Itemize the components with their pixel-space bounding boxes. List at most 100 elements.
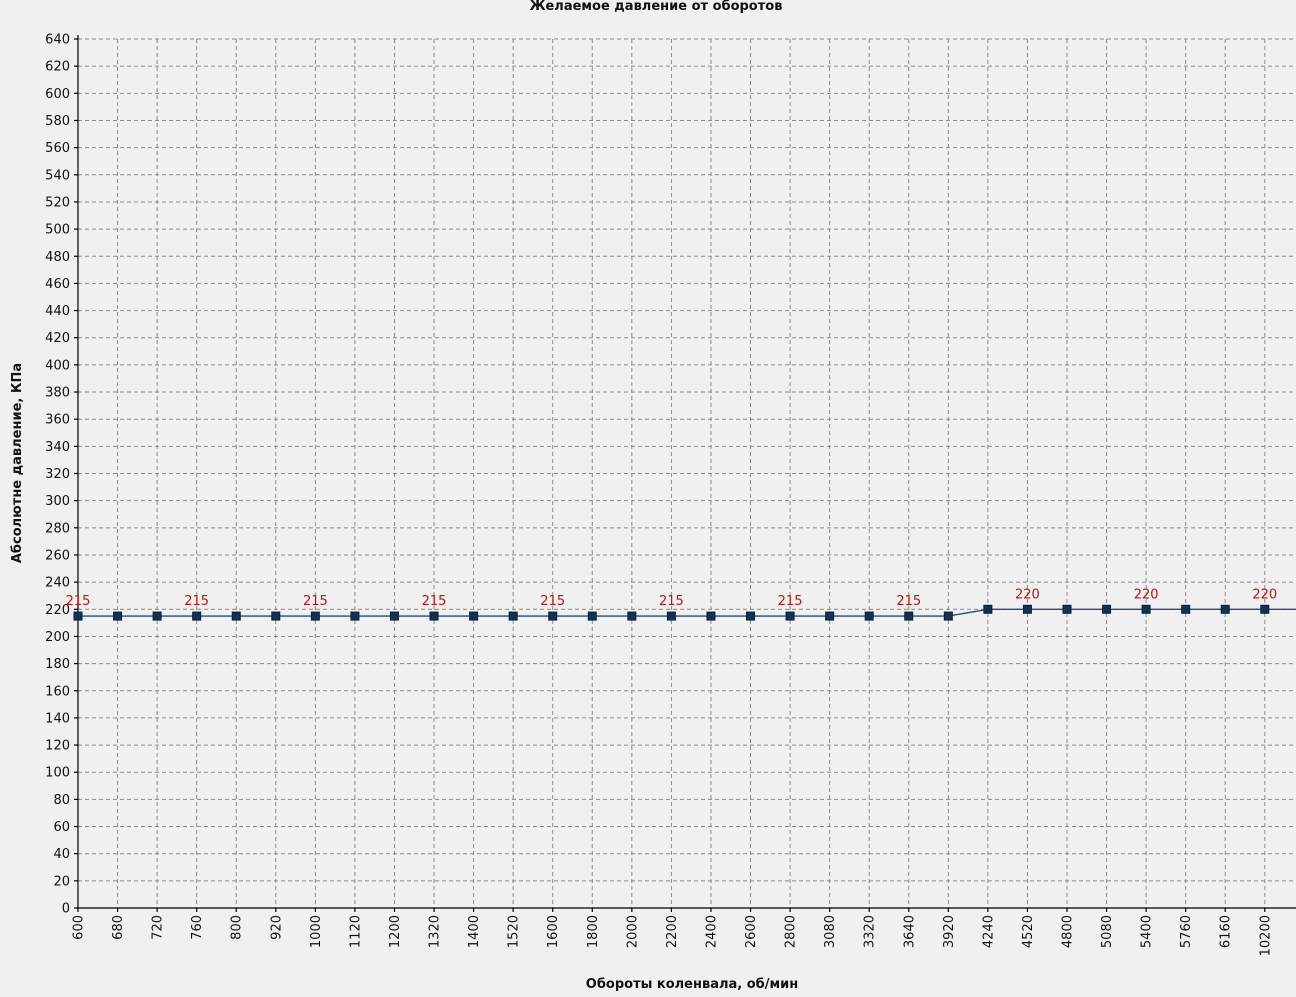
series-line: [78, 608, 1296, 617]
y-tick-label: 260: [45, 548, 70, 563]
x-tick-label: 2200: [665, 915, 680, 948]
data-point-marker: [1102, 604, 1112, 614]
y-tick-labels: 0204060801001201401601802002202402602803…: [45, 33, 70, 917]
x-tick-label: 3640: [902, 915, 917, 948]
y-tick-label: 20: [53, 874, 70, 889]
y-axis-label: Абсолютне давление, КПа: [10, 363, 25, 563]
data-point-marker: [1260, 604, 1270, 614]
y-tick-label: 520: [45, 195, 70, 210]
y-tick-label: 440: [45, 304, 70, 319]
y-tick-label: 80: [53, 793, 70, 808]
grid: [78, 38, 1296, 908]
y-tick-label: 620: [45, 60, 70, 75]
data-point-marker: [1022, 604, 1032, 614]
x-tick-label: 6160: [1219, 915, 1234, 948]
x-tick-label: 920: [269, 915, 284, 940]
x-tick-label: 600: [72, 915, 87, 940]
x-tick-label: 2000: [625, 915, 640, 948]
data-point-marker: [271, 611, 281, 621]
data-point-marker: [1181, 604, 1191, 614]
x-tick-label: 1520: [507, 915, 522, 948]
data-point-marker: [1141, 604, 1151, 614]
x-tick-label: 4800: [1061, 915, 1076, 948]
data-point-marker: [904, 611, 914, 621]
x-tick-label: 760: [190, 915, 205, 940]
y-tick-label: 180: [45, 657, 70, 672]
x-tick-label: 1320: [428, 915, 443, 948]
data-point-marker: [429, 611, 439, 621]
y-tick-label: 140: [45, 711, 70, 726]
x-axis-label: Обороты коленвала, об/мин: [586, 977, 798, 992]
data-point-marker: [548, 611, 558, 621]
y-tick-label: 0: [62, 902, 70, 917]
series: [73, 604, 1296, 621]
x-tick-label: 4240: [981, 915, 996, 948]
data-point-marker: [587, 611, 597, 621]
data-point-marker: [666, 611, 676, 621]
data-point-marker: [943, 611, 953, 621]
data-label: 215: [66, 594, 91, 609]
data-point-marker: [983, 604, 993, 614]
data-label: 215: [303, 594, 328, 609]
y-tick-label: 100: [45, 766, 70, 781]
data-point-marker: [469, 611, 479, 621]
data-label: 215: [540, 594, 565, 609]
x-tick-label: 680: [111, 915, 126, 940]
x-tick-label: 3320: [863, 915, 878, 948]
data-point-marker: [746, 611, 756, 621]
data-point-marker: [113, 611, 123, 621]
y-tick-label: 540: [45, 168, 70, 183]
data-label: 220: [1134, 587, 1159, 602]
x-tick-label: 10200: [1258, 915, 1273, 956]
data-point-marker: [192, 611, 202, 621]
y-tick-label: 420: [45, 331, 70, 346]
y-tick-label: 560: [45, 141, 70, 156]
x-tick-label: 2600: [744, 915, 759, 948]
data-label: 215: [896, 594, 921, 609]
pressure-chart: Желаемое давление от оборотов 0 20 40 60 80 1…: [10, 0, 1296, 992]
data-point-marker: [864, 611, 874, 621]
y-tick-label: 600: [45, 87, 70, 102]
axes: [74, 35, 1296, 912]
y-tick-label: 500: [45, 223, 70, 238]
x-tick-label: 2800: [784, 915, 799, 948]
y-tick-label: 460: [45, 277, 70, 292]
x-tick-label: 1600: [546, 915, 561, 948]
x-tick-label: 1800: [586, 915, 601, 948]
y-tick-label: 580: [45, 114, 70, 129]
x-tick-label: 1120: [348, 915, 363, 948]
x-tick-labels: 600 680 720 760 800 920 1000 1120 1200 1320 1400 15…: [72, 915, 1274, 956]
x-tick-label: 1200: [388, 915, 403, 948]
data-label: 215: [659, 594, 684, 609]
x-tick-label: 4520: [1021, 915, 1036, 948]
y-tick-label: 640: [45, 33, 70, 48]
data-point-marker: [508, 611, 518, 621]
y-tick-label: 40: [53, 847, 70, 862]
x-tick-label: 1000: [309, 915, 324, 948]
y-tick-label: 240: [45, 576, 70, 591]
data-label: 215: [422, 594, 447, 609]
data-label: 215: [778, 594, 803, 609]
x-tick-label: 1400: [467, 915, 482, 948]
y-tick-label: 280: [45, 521, 70, 536]
x-tick-label: 3080: [823, 915, 838, 948]
data-point-marker: [785, 611, 795, 621]
x-tick-label: 720: [151, 915, 166, 940]
x-tick-label: 5080: [1100, 915, 1115, 948]
y-tick-label: 300: [45, 494, 70, 509]
y-tick-label: 480: [45, 250, 70, 265]
y-tick-label: 340: [45, 440, 70, 455]
data-labels: 215 215 215 215 215 215 215 215 220 220 220: [66, 587, 1278, 609]
y-tick-label: 400: [45, 358, 70, 373]
y-tick-label: 380: [45, 386, 70, 401]
y-tick-label: 120: [45, 739, 70, 754]
y-tick-label: 360: [45, 413, 70, 428]
y-tick-label: 60: [53, 820, 70, 835]
data-point-marker: [389, 611, 399, 621]
x-tick-label: 800: [230, 915, 245, 940]
x-tick-label: 3920: [942, 915, 957, 948]
x-tick-label: 2400: [704, 915, 719, 948]
data-label: 220: [1252, 587, 1277, 602]
y-tick-label: 160: [45, 684, 70, 699]
chart-title: Желаемое давление от оборотов: [530, 0, 783, 14]
